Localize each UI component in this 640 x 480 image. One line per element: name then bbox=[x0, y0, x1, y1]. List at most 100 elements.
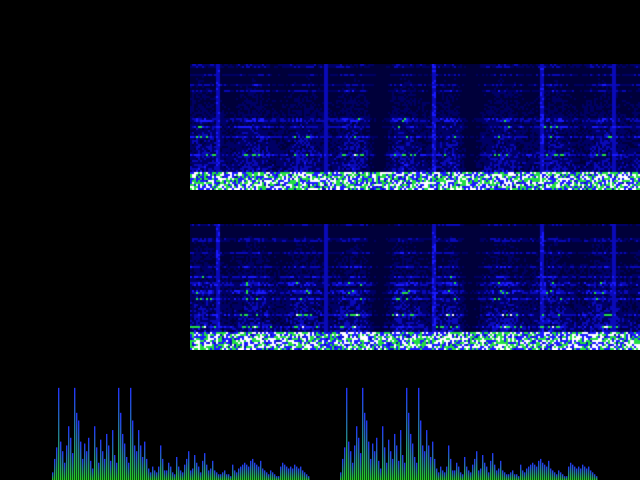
spectrum-bar bbox=[486, 466, 488, 480]
spectrum-bar bbox=[204, 453, 206, 480]
spectrum-bar bbox=[250, 460, 252, 480]
spectrum-bar bbox=[260, 460, 262, 480]
spectrum-bar bbox=[430, 456, 432, 480]
spectrum-bar bbox=[466, 466, 468, 480]
spectrum-bar bbox=[528, 466, 530, 480]
spectrum-bar bbox=[490, 460, 492, 480]
spectrum-bar bbox=[138, 430, 140, 480]
spectrum-bar bbox=[498, 468, 500, 480]
spectrum-bar bbox=[572, 464, 574, 480]
spectrum-bar bbox=[302, 470, 304, 480]
spectrum-bar bbox=[146, 458, 148, 480]
spectrum-bar bbox=[534, 464, 536, 480]
spectrum-bar bbox=[262, 468, 264, 480]
spectrum-bar bbox=[410, 433, 412, 480]
spectrum-bar bbox=[386, 462, 388, 480]
spectrum-bar bbox=[212, 460, 214, 480]
spectrum-bar bbox=[434, 458, 436, 480]
spectrum-bar bbox=[588, 466, 590, 480]
spectrum-bar bbox=[168, 462, 170, 480]
spectrum-bar bbox=[388, 439, 390, 480]
spectrum-bar bbox=[268, 474, 270, 480]
spectrum-bar bbox=[206, 464, 208, 480]
spectrum-bar bbox=[524, 472, 526, 480]
audio-visualizer bbox=[0, 0, 640, 480]
spectrum-bar bbox=[416, 462, 418, 480]
spectrum-bar bbox=[578, 466, 580, 480]
spectrum-bar bbox=[96, 447, 98, 480]
spectrum-bar bbox=[472, 464, 474, 480]
spectrum-bar bbox=[224, 470, 226, 480]
spectrum-bar bbox=[56, 447, 58, 480]
spectrum-bar bbox=[426, 430, 428, 480]
spectrum-bar bbox=[200, 472, 202, 480]
spectrum-bar bbox=[596, 476, 598, 480]
spectrum-bar bbox=[406, 387, 408, 480]
spectrum-bar bbox=[66, 445, 68, 480]
spectrum-bar bbox=[508, 474, 510, 480]
spectrum-bar bbox=[70, 437, 72, 480]
spectrum-bar bbox=[340, 472, 342, 480]
spectrum-bar bbox=[544, 464, 546, 480]
spectrum-bar bbox=[296, 466, 298, 480]
spectrum-bar bbox=[222, 472, 224, 480]
spectrum-bar bbox=[174, 474, 176, 480]
spectrum-bar bbox=[162, 458, 164, 480]
spectrum-bar bbox=[586, 468, 588, 480]
spectrum-bar bbox=[270, 470, 272, 480]
spectrum-bar bbox=[126, 456, 128, 480]
spectrum-bar bbox=[238, 468, 240, 480]
spectrogram-right-canvas bbox=[190, 224, 640, 350]
spectrum-bar bbox=[456, 462, 458, 480]
spectrum-bar bbox=[122, 433, 124, 480]
spectrum-bar bbox=[216, 472, 218, 480]
spectrum-bar bbox=[232, 464, 234, 480]
spectrum-bar bbox=[246, 464, 248, 480]
spectrum-bar bbox=[234, 470, 236, 480]
spectrum-bar bbox=[124, 443, 126, 480]
spectrum-bar bbox=[284, 464, 286, 480]
spectrum-bar bbox=[520, 464, 522, 480]
spectrum-bar bbox=[288, 468, 290, 480]
spectrum-bar bbox=[76, 412, 78, 480]
spectrum-bar bbox=[144, 441, 146, 480]
spectrum-bar bbox=[432, 441, 434, 480]
spectrum-bar bbox=[536, 466, 538, 480]
spectrum-bar bbox=[148, 468, 150, 480]
spectrum-bar bbox=[496, 470, 498, 480]
spectrum-bar bbox=[108, 445, 110, 480]
spectrum-bar bbox=[542, 462, 544, 480]
spectrum-bar bbox=[568, 466, 570, 480]
spectrum-bar bbox=[514, 474, 516, 480]
spectrum-bar bbox=[244, 462, 246, 480]
spectrum-bar bbox=[438, 472, 440, 480]
spectrum-bar bbox=[266, 472, 268, 480]
spectrum-bar bbox=[184, 464, 186, 480]
spectrum-bar bbox=[594, 474, 596, 480]
spectrum-bar bbox=[178, 466, 180, 480]
spectrum-bar bbox=[86, 451, 88, 480]
spectrum-bar bbox=[428, 445, 430, 480]
spectrum-bar bbox=[278, 476, 280, 480]
spectrum-bar bbox=[350, 451, 352, 480]
spectrum-bar bbox=[510, 472, 512, 480]
spectrum-bar bbox=[194, 455, 196, 480]
spectrum-bar bbox=[546, 466, 548, 480]
spectrum-bar bbox=[532, 462, 534, 480]
spectrum-bar bbox=[530, 464, 532, 480]
spectrum-bar bbox=[562, 474, 564, 480]
spectrum-bar bbox=[214, 470, 216, 480]
spectrum-bar bbox=[482, 455, 484, 480]
spectrum-bar bbox=[274, 474, 276, 480]
spectrum-bar bbox=[584, 466, 586, 480]
spectrum-bar bbox=[62, 451, 64, 480]
spectrum-bar bbox=[440, 466, 442, 480]
spectrum-bar bbox=[94, 426, 96, 480]
spectrum-bar bbox=[402, 455, 404, 480]
spectrum-bar bbox=[548, 460, 550, 480]
spectrum-bar bbox=[550, 468, 552, 480]
spectrum-bar bbox=[84, 443, 86, 480]
spectrum-bar bbox=[414, 456, 416, 480]
spectrum-bar bbox=[576, 468, 578, 480]
spectrum-bar bbox=[342, 458, 344, 480]
